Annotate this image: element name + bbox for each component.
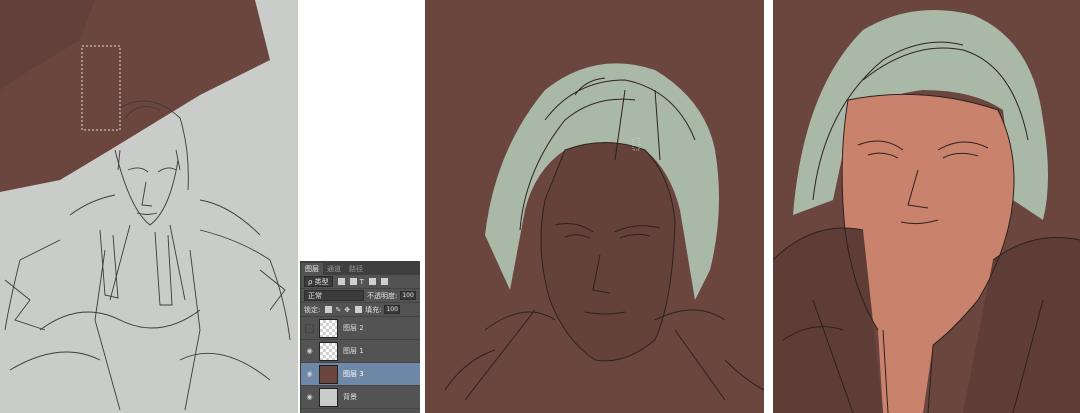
tab-paths[interactable]: 路径 bbox=[345, 263, 367, 275]
layer-row-layer-3[interactable]: ◉ 图层 3 bbox=[301, 363, 420, 386]
lock-transparent-icon[interactable] bbox=[325, 306, 333, 313]
visibility-toggle-off[interactable] bbox=[305, 323, 314, 333]
layer-row-layer-1[interactable]: ◉ 图层 1 bbox=[301, 340, 420, 363]
blend-row: 正常 不透明度: 100 bbox=[301, 289, 420, 303]
skin-block-artwork bbox=[773, 10, 1080, 413]
layer-thumbnail bbox=[319, 318, 338, 338]
layer-row-background[interactable]: ◉ 背景 bbox=[301, 386, 420, 409]
tab-layers[interactable]: 图层 bbox=[301, 263, 323, 275]
text-filter-icon[interactable]: T bbox=[360, 278, 364, 286]
opacity-label: 不透明度: bbox=[367, 291, 398, 300]
sketch-grey-artwork bbox=[0, 0, 291, 411]
lock-row: 锁定: ✎ ✥ 填充: 100 bbox=[301, 303, 420, 317]
blend-mode-select[interactable]: 正常 bbox=[304, 290, 364, 301]
layer-name[interactable]: 背景 bbox=[343, 392, 357, 402]
filter-type-select[interactable]: ρ 类型 bbox=[304, 276, 333, 287]
opacity-input[interactable]: 100 bbox=[400, 291, 416, 300]
filter-row: ρ 类型 T bbox=[301, 275, 420, 289]
adjustment-filter-icon[interactable] bbox=[349, 278, 357, 285]
smart-object-filter-icon[interactable] bbox=[380, 278, 388, 285]
layer-name[interactable]: 图层 1 bbox=[343, 346, 364, 356]
pixel-filter-icon[interactable] bbox=[337, 278, 345, 285]
canvas-panel-skin-block[interactable] bbox=[773, 0, 1080, 413]
layers-panel[interactable]: 图层 通道 路径 ρ 类型 T 正常 不透明度: 100 锁定: ✎ ✥ 填充:… bbox=[300, 261, 420, 413]
eye-icon[interactable]: ◉ bbox=[305, 347, 314, 356]
hair-block-artwork bbox=[444, 63, 764, 401]
layer-name[interactable]: 图层 2 bbox=[343, 323, 364, 333]
layer-thumbnail bbox=[319, 364, 338, 384]
lock-position-icon[interactable]: ✥ bbox=[344, 306, 350, 314]
fill-input[interactable]: 100 bbox=[384, 305, 400, 314]
lock-image-icon[interactable]: ✎ bbox=[335, 306, 341, 314]
shape-filter-icon[interactable] bbox=[368, 278, 376, 285]
canvas-panel-hair-block[interactable] bbox=[425, 0, 764, 413]
panel-tabs: 图层 通道 路径 bbox=[301, 261, 420, 275]
tab-channels[interactable]: 通道 bbox=[323, 263, 345, 275]
eye-icon[interactable]: ◉ bbox=[305, 370, 314, 379]
layer-thumbnail bbox=[319, 341, 338, 361]
layer-thumbnail bbox=[319, 387, 338, 407]
fill-label: 填充: bbox=[365, 305, 382, 314]
lock-all-icon[interactable] bbox=[355, 306, 363, 313]
layer-name[interactable]: 图层 3 bbox=[343, 369, 364, 379]
layer-row-layer-2[interactable]: 图层 2 bbox=[301, 317, 420, 340]
canvas-panel-sketch-grey[interactable] bbox=[0, 0, 298, 413]
eye-icon[interactable]: ◉ bbox=[305, 393, 314, 402]
lock-label: 锁定: bbox=[304, 305, 321, 314]
